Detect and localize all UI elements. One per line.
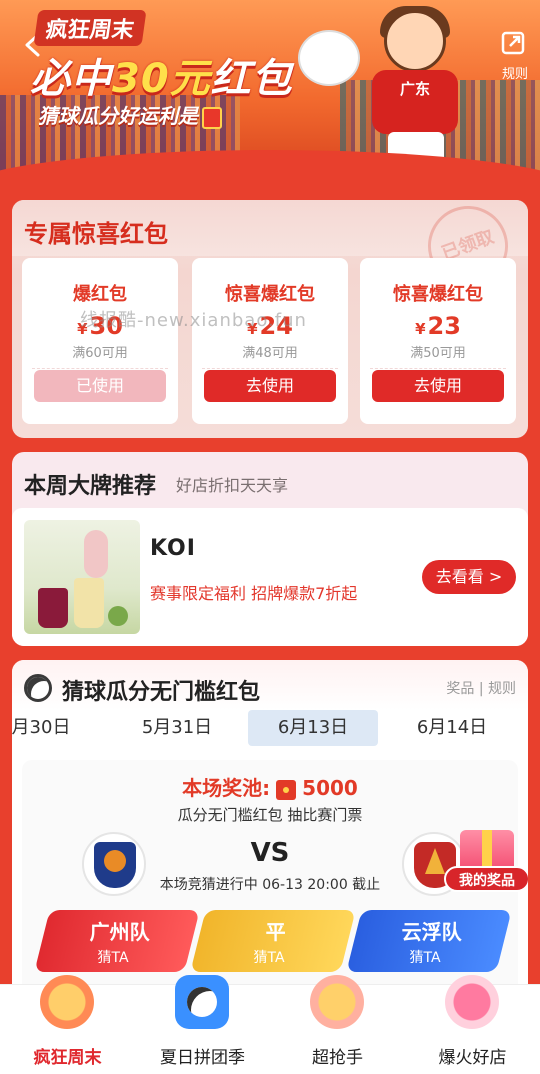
red-envelope-icon (276, 779, 297, 800)
coupon-condition: 满60可用 (72, 346, 128, 361)
share-icon[interactable] (498, 30, 528, 60)
coupon-condition: 满50可用 (410, 346, 466, 361)
coupon-divider (32, 368, 168, 369)
brand-product-image (24, 520, 140, 634)
guess-away-button[interactable]: 云浮队 猜TA (346, 910, 512, 972)
date-tab[interactable]: 6月14日 (392, 710, 512, 746)
brand-name: KOI (150, 536, 196, 561)
brand-description: 赛事限定福利 招牌爆款7折起 (150, 584, 358, 603)
coupon-card: 惊喜爆红包 ¥23 满50可用 去使用 (360, 258, 516, 424)
nav-label: 爆火好店 (438, 1048, 507, 1068)
brand-section-title: 本周大牌推荐 (24, 474, 157, 499)
coupon-condition: 满48可用 (242, 346, 298, 361)
banner-tag: 疯狂周末 (33, 10, 147, 46)
nav-item-hot-grab[interactable]: 超抢手 (270, 975, 405, 1074)
mascot-figure (298, 30, 360, 86)
coupon-name: 惊喜爆红包 (225, 284, 315, 305)
guess-home-button[interactable]: 广州队 猜TA (34, 910, 200, 972)
football-icon (24, 674, 52, 702)
coupon-price: ¥23 (415, 312, 461, 340)
coupon-divider (202, 368, 338, 369)
my-prize-button[interactable]: 我的奖品 (440, 830, 528, 910)
banner-subheadline: 猜球瓜分好运利是 (38, 100, 222, 129)
date-tab[interactable]: 月30日 (12, 710, 76, 746)
my-prize-label: 我的奖品 (444, 866, 528, 892)
packets-title: 专属惊喜红包 (24, 220, 168, 248)
coupon-divider (370, 368, 506, 369)
coupon-name: 爆红包 (73, 284, 127, 305)
nav-label: 疯狂周末 (33, 1048, 102, 1068)
nav-item-hot-shops[interactable]: 爆火好店 (405, 975, 540, 1074)
hand-icon (310, 975, 364, 1029)
coupon-use-button[interactable]: 去使用 (204, 370, 336, 402)
guess-draw-button[interactable]: 平 猜TA (190, 910, 356, 972)
coupon-card: 惊喜爆红包 ¥24 满48可用 去使用 (192, 258, 348, 424)
hero-banner: 疯狂周末 必中30元红包 猜球瓜分好运利是 广东 规则 (0, 0, 540, 180)
go-see-button[interactable]: 去看看 > (422, 560, 516, 594)
exclusive-red-packets-card: 已领取 专属惊喜红包 爆红包 ¥30 满60可用 已使用 惊喜爆红包 ¥24 满… (12, 200, 528, 438)
prize-pool-subtitle: 瓜分无门槛红包 抽比赛门票 (177, 806, 363, 824)
burger-icon (40, 975, 94, 1029)
bottom-navigation: 疯狂周末 夏日拼团季 超抢手 爆火好店 (0, 975, 540, 1074)
brand-section-subtitle: 好店折扣天天享 (176, 476, 289, 495)
football-icon (175, 975, 229, 1029)
coupon-use-button[interactable]: 去使用 (372, 370, 504, 402)
brand-recommendation-card: 本周大牌推荐 好店折扣天天享 KOI 赛事限定福利 招牌爆款7折起 去看看 > (12, 452, 528, 646)
coupon-used-button: 已使用 (34, 370, 166, 402)
nav-label: 超抢手 (312, 1048, 363, 1068)
coupon-card: 爆红包 ¥30 满60可用 已使用 (22, 258, 178, 424)
brand-item[interactable]: KOI 赛事限定福利 招牌爆款7折起 去看看 > (12, 508, 528, 646)
watermark-text: 线报酷-new.xianbao.fun (80, 310, 307, 331)
prize-rules-links[interactable]: 奖品 | 规则 (446, 678, 516, 698)
nav-item-crazy-weekend[interactable]: 疯狂周末 (0, 975, 135, 1074)
red-envelope-icon (202, 106, 222, 129)
date-tabs: 月30日 5月31日 6月13日 6月14日 (12, 710, 528, 750)
guess-title: 猜球瓜分无门槛红包 (62, 680, 261, 705)
nav-item-summer-group[interactable]: 夏日拼团季 (135, 975, 270, 1074)
prize-pool: 本场奖池: 5000 (182, 776, 358, 800)
heart-icon (445, 975, 499, 1029)
nav-label: 夏日拼团季 (160, 1048, 245, 1068)
football-player-illustration: 广东 (360, 6, 470, 170)
date-tab-active[interactable]: 6月13日 (248, 710, 378, 746)
rules-link[interactable]: 规则 (502, 63, 528, 82)
coupon-name: 惊喜爆红包 (393, 284, 483, 305)
headline-amount: 30元 (112, 56, 211, 102)
date-tab[interactable]: 5月31日 (122, 710, 232, 746)
banner-headline: 必中30元红包 (30, 56, 293, 102)
